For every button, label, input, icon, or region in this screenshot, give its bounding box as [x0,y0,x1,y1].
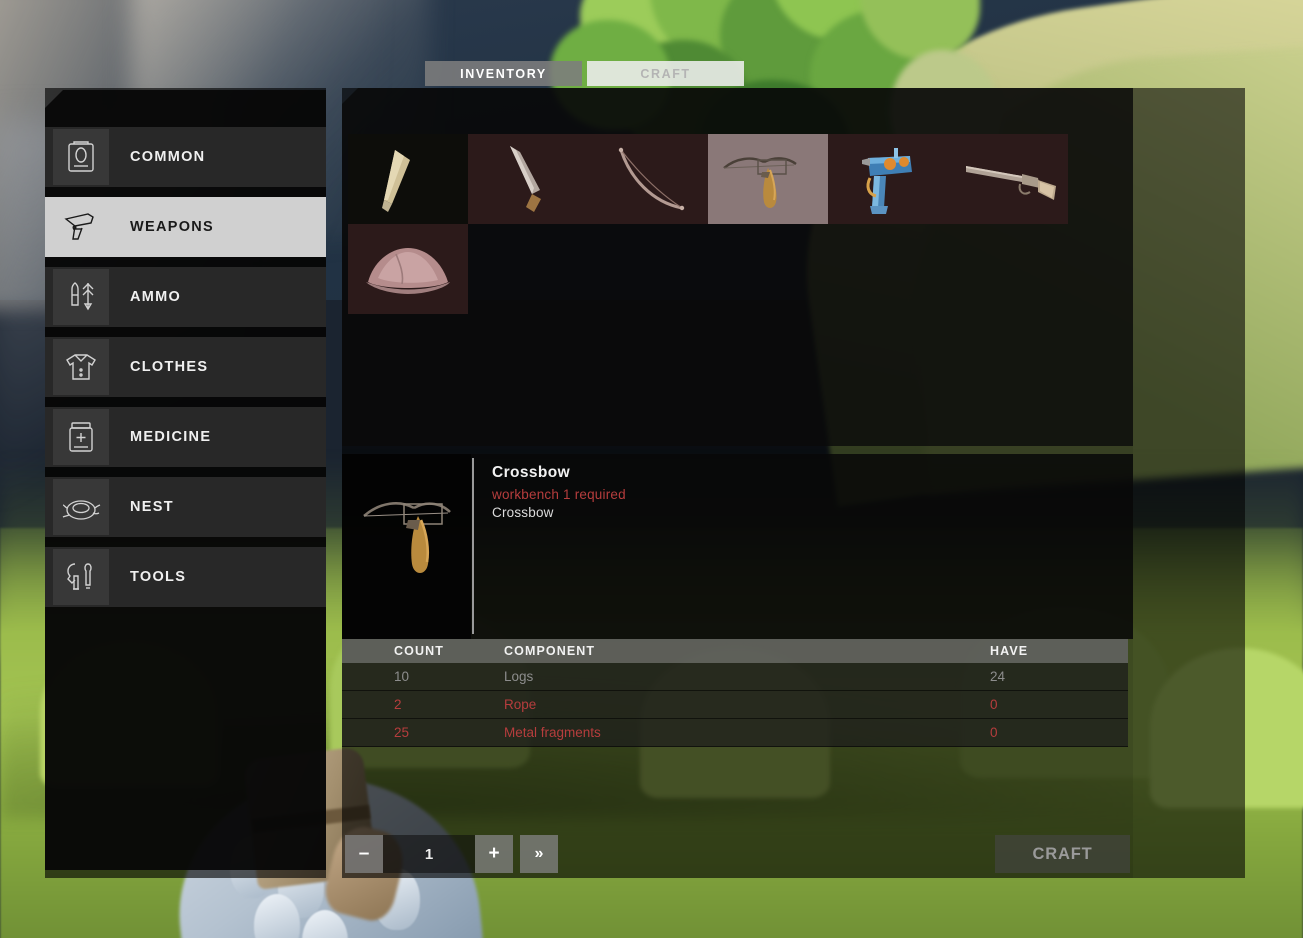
cell-count: 2 [394,697,402,712]
sidebar-item-medicine[interactable]: MEDICINE [45,407,326,467]
item-grid-panel [342,88,1133,446]
pistol-icon [53,199,109,255]
sidebar-item-ammo[interactable]: AMMO [45,267,326,327]
sidebar-item-clothes[interactable]: CLOTHES [45,337,326,397]
item-slot-machete[interactable] [468,134,588,224]
crossbow-icon [723,157,797,208]
item-title: Crossbow [492,464,571,481]
cell-component: Metal fragments [504,725,601,740]
item-description: Crossbow [492,505,554,520]
category-sidebar: COMMON WEAPONS AMMO CLOTHES MEDICINE NES… [45,90,326,870]
item-grid [348,134,1068,314]
item-requirement: workbench 1 required [492,487,626,502]
medicine-jar-icon [53,409,109,465]
max-quantity-button[interactable]: » [520,835,558,873]
item-slot-shotgun[interactable] [948,134,1068,224]
category-list: COMMON WEAPONS AMMO CLOTHES MEDICINE NES… [45,127,326,617]
tab-inventory[interactable]: INVENTORY [425,61,582,86]
header-count: COUNT [394,644,444,658]
table-row: 25 Metal fragments 0 [342,719,1128,747]
sidebar-item-label: WEAPONS [130,219,215,235]
game-screen: INVENTORY CRAFT COMMON WEAPONS AMMO CLOT… [0,0,1303,938]
table-header-row: COUNT COMPONENT HAVE [342,639,1128,663]
item-slot-crossbow[interactable] [708,134,828,224]
item-detail-text: Crossbow workbench 1 required Crossbow [492,464,626,520]
wrench-screwdriver-icon [53,549,109,605]
sidebar-item-common[interactable]: COMMON [45,127,326,187]
sidebar-item-tools[interactable]: TOOLS [45,547,326,607]
craft-controls-bar: – 1 + » CRAFT [342,835,1133,873]
top-tab-bar: INVENTORY CRAFT [425,61,744,86]
cell-count: 25 [394,725,410,740]
quantity-value: 1 [383,835,475,873]
sidebar-item-label: CLOTHES [130,359,209,375]
cell-component: Logs [504,669,534,684]
item-slot-leather-hat[interactable] [348,224,468,314]
cell-component: Rope [504,697,537,712]
bullet-arrow-icon [53,269,109,325]
shirt-icon [53,339,109,395]
cell-have: 0 [990,697,998,712]
table-row: 2 Rope 0 [342,691,1128,719]
baseball-bat-icon [382,150,410,212]
sidebar-item-label: TOOLS [130,569,187,585]
leather-hat-icon [366,248,450,294]
header-component: COMPONENT [504,644,596,658]
dim-overlay-right [1133,88,1245,878]
crossbow-icon [363,502,451,573]
header-have: HAVE [990,644,1029,658]
sidebar-item-label: COMMON [130,149,206,165]
item-detail-panel: Crossbow workbench 1 required Crossbow [342,454,1133,639]
detail-divider [472,458,474,634]
sidebar-item-label: NEST [130,499,174,515]
sidebar-item-weapons[interactable]: WEAPONS [45,197,326,257]
sidebar-item-nest[interactable]: NEST [45,477,326,537]
item-detail-thumbnail [342,454,471,639]
sidebar-item-label: AMMO [130,289,182,305]
cell-have: 0 [990,725,998,740]
main-panel: Crossbow workbench 1 required Crossbow C… [342,88,1133,747]
item-slot-nail-gun[interactable] [828,134,948,224]
item-slot-baseball-bat[interactable] [348,134,468,224]
increase-quantity-button[interactable]: + [475,835,513,873]
nail-gun-icon [862,148,912,214]
double-barrel-shotgun-icon [966,166,1056,200]
machete-icon [510,146,541,212]
cell-count: 10 [394,669,410,684]
cell-have: 24 [990,669,1006,684]
sidebar-item-label: MEDICINE [130,429,212,445]
nest-icon [53,479,109,535]
tab-craft[interactable]: CRAFT [587,61,744,86]
decrease-quantity-button[interactable]: – [345,835,383,873]
table-row: 10 Logs 24 [342,663,1128,691]
item-slot-bow[interactable] [588,134,708,224]
pouch-icon [53,129,109,185]
bow-icon [618,147,685,211]
components-table: COUNT COMPONENT HAVE 10 Logs 24 2 Rope 0… [342,639,1128,747]
craft-button[interactable]: CRAFT [995,835,1130,873]
